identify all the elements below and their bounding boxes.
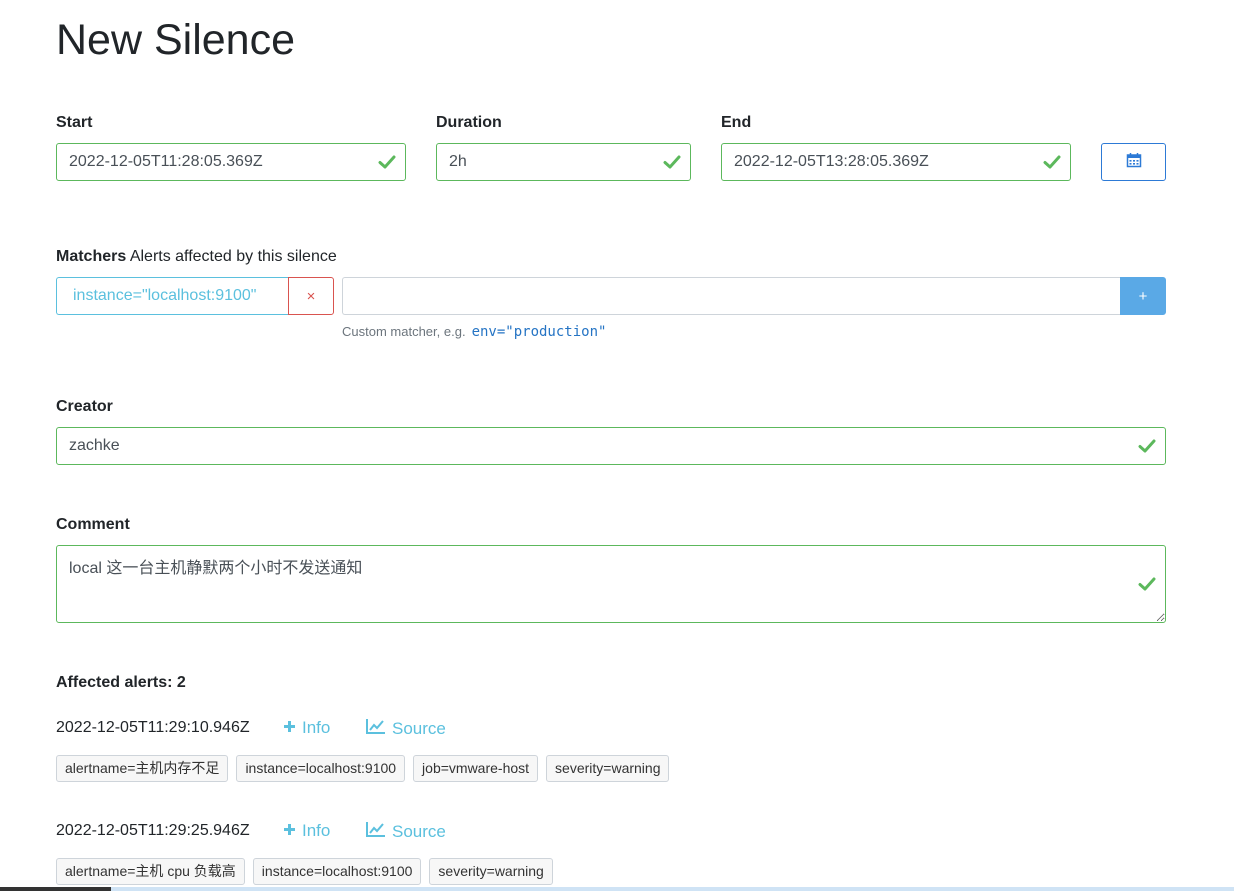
info-label: Info xyxy=(302,821,331,840)
matcher-hint: Custom matcher, e.g. env="production" xyxy=(342,324,606,340)
check-icon xyxy=(1138,575,1156,593)
start-value: 2022-12-05T11:28:05.369Z xyxy=(69,153,263,170)
calendar-icon xyxy=(1126,152,1142,173)
label-badge: severity=warning xyxy=(429,858,553,885)
duration-label: Duration xyxy=(436,114,502,131)
remove-matcher-button[interactable]: × xyxy=(288,277,334,315)
source-label: Source xyxy=(392,821,446,841)
matchers-sublabel: Alerts affected by this silence xyxy=(129,248,337,265)
source-button[interactable]: Source xyxy=(366,821,446,842)
line-chart-icon xyxy=(366,718,386,739)
matcher-chip: instance="localhost:9100" xyxy=(56,277,289,315)
matcher-hint-text: Custom matcher, e.g. xyxy=(342,324,466,339)
comment-label: Comment xyxy=(56,516,130,533)
info-button[interactable]: Info xyxy=(283,821,330,841)
check-icon xyxy=(1043,153,1061,171)
creator-input[interactable]: zachke xyxy=(56,427,1166,465)
alert-timestamp: 2022-12-05T11:29:25.946Z xyxy=(56,822,250,839)
start-input[interactable]: 2022-12-05T11:28:05.369Z xyxy=(56,143,406,181)
matcher-hint-example: env="production" xyxy=(471,324,607,340)
line-chart-icon xyxy=(366,821,386,842)
info-label: Info xyxy=(302,718,331,737)
label-badge: severity=warning xyxy=(546,755,670,782)
plus-icon xyxy=(283,821,296,841)
check-icon xyxy=(378,153,396,171)
add-matcher-button[interactable]: + xyxy=(1120,277,1166,315)
end-input[interactable]: 2022-12-05T13:28:05.369Z xyxy=(721,143,1071,181)
alert-timestamp: 2022-12-05T11:29:10.946Z xyxy=(56,719,250,736)
close-icon: × xyxy=(306,287,316,305)
end-label: End xyxy=(721,114,752,131)
duration-input[interactable]: 2h xyxy=(436,143,691,181)
label-badge: instance=localhost:9100 xyxy=(252,858,422,885)
duration-value: 2h xyxy=(449,153,467,170)
check-icon xyxy=(1138,437,1156,455)
scrollbar[interactable] xyxy=(0,887,1234,891)
plus-icon: + xyxy=(1138,287,1148,305)
creator-label: Creator xyxy=(56,398,113,415)
end-value: 2022-12-05T13:28:05.369Z xyxy=(734,153,929,170)
check-icon xyxy=(663,153,681,171)
calendar-button[interactable] xyxy=(1101,143,1166,181)
label-badge: alertname=主机 cpu 负载高 xyxy=(56,858,245,885)
plus-icon xyxy=(283,718,296,738)
source-label: Source xyxy=(392,718,446,738)
start-label: Start xyxy=(56,114,93,131)
creator-value: zachke xyxy=(69,437,120,454)
custom-matcher-input[interactable] xyxy=(342,277,1121,315)
info-button[interactable]: Info xyxy=(283,718,330,738)
matchers-label: Matchers xyxy=(56,248,127,265)
matchers-heading: Matchers Alerts affected by this silence xyxy=(56,248,337,266)
alert-labels: alertname=主机内存不足 instance=localhost:9100… xyxy=(56,755,670,782)
source-button[interactable]: Source xyxy=(366,718,446,739)
affected-alerts-heading: Affected alerts: 2 xyxy=(56,674,186,691)
alert-labels: alertname=主机 cpu 负载高 instance=localhost:… xyxy=(56,858,553,885)
label-badge: instance=localhost:9100 xyxy=(236,755,406,782)
comment-textarea[interactable]: local 这一台主机静默两个小时不发送通知 xyxy=(56,545,1166,623)
page-title: New Silence xyxy=(56,16,295,64)
label-badge: job=vmware-host xyxy=(413,755,539,782)
label-badge: alertname=主机内存不足 xyxy=(56,755,229,782)
